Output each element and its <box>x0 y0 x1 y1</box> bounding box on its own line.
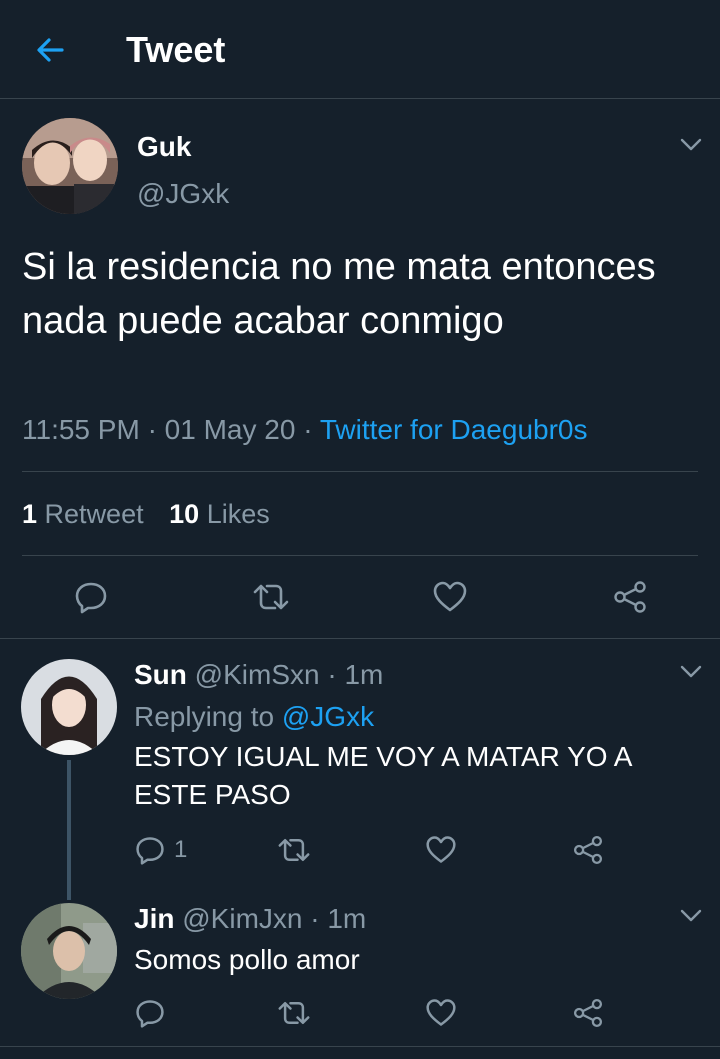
retweet-icon <box>253 584 289 610</box>
avatar-photo <box>22 118 118 214</box>
like-button[interactable] <box>425 993 457 1033</box>
tweet-stats: 1 Retweet 10 Likes <box>22 498 270 530</box>
reply-button[interactable] <box>69 575 113 619</box>
reply-menu-button[interactable] <box>676 901 706 931</box>
author-name[interactable]: Guk <box>137 131 191 163</box>
replying-to: Replying to @JGxk <box>134 701 374 733</box>
likes-stat[interactable]: 10 Likes <box>169 499 270 529</box>
likes-label: Likes <box>206 499 270 529</box>
tweet-menu-button[interactable] <box>676 130 706 160</box>
divider <box>0 638 720 639</box>
author-handle[interactable]: @JGxk <box>137 178 229 210</box>
share-icon <box>614 581 646 613</box>
retweets-label: Retweet <box>44 499 144 529</box>
retweet-icon <box>278 838 310 862</box>
avatar-photo <box>21 659 117 755</box>
thread-connector <box>67 760 71 900</box>
like-icon <box>426 836 456 863</box>
share-button[interactable] <box>572 830 604 870</box>
reply-icon <box>136 1000 164 1028</box>
replying-prefix: Replying to <box>134 701 275 732</box>
page-title: Tweet <box>126 29 226 70</box>
share-button[interactable] <box>608 575 652 619</box>
chevron-down-icon <box>680 909 702 922</box>
meta-separator: · <box>303 414 313 445</box>
tweet-detail-screen: Tweet Guk @JGxk Si la residencia no me m… <box>0 0 720 1059</box>
retweets-count: 1 <box>22 499 38 529</box>
retweet-icon <box>278 1001 310 1025</box>
chevron-down-icon <box>680 138 702 151</box>
divider <box>22 471 698 472</box>
reply-header: Jin @KimJxn · 1m <box>134 903 366 935</box>
chevron-down-icon <box>680 665 702 678</box>
share-icon <box>573 835 603 865</box>
reply-author-handle[interactable]: @KimSxn <box>195 659 320 690</box>
reply-icon <box>75 582 107 614</box>
retweet-button[interactable] <box>276 830 312 870</box>
tweet-meta: 11:55 PM · 01 May 20 · Twitter for Daegu… <box>22 413 587 447</box>
likes-count: 10 <box>169 499 200 529</box>
like-button[interactable] <box>428 575 472 619</box>
meta-separator: · <box>147 414 157 445</box>
reply-button[interactable]: 1 <box>134 830 187 870</box>
retweets-stat[interactable]: 1 Retweet <box>22 499 144 529</box>
reply-author-name[interactable]: Sun <box>134 659 187 690</box>
reply-menu-button[interactable] <box>676 657 706 687</box>
share-button[interactable] <box>572 993 604 1033</box>
back-button[interactable] <box>28 28 72 72</box>
reply-icon <box>136 837 164 865</box>
retweet-button[interactable] <box>276 993 312 1033</box>
reply-time: · 1m <box>310 903 367 934</box>
divider <box>22 555 698 556</box>
tweet-time: 11:55 PM <box>22 414 140 445</box>
like-icon <box>426 999 456 1026</box>
reply-text: ESTOY IGUAL ME VOY A MATAR YO A ESTE PAS… <box>134 741 631 810</box>
reply-header: Sun @KimSxn · 1m <box>134 659 383 691</box>
share-icon <box>573 998 603 1028</box>
reply-author-handle[interactable]: @KimJxn <box>182 903 302 934</box>
retweet-button[interactable] <box>249 575 293 619</box>
avatar-photo <box>21 903 117 999</box>
replying-mention-link[interactable]: @JGxk <box>282 701 374 732</box>
like-icon <box>433 581 467 612</box>
tweet-date: 01 May 20 <box>164 414 296 445</box>
divider <box>0 1046 720 1047</box>
tweet-source-link[interactable]: Twitter for Daegubr0s <box>320 414 588 445</box>
back-arrow-icon <box>37 38 64 62</box>
avatar[interactable] <box>21 659 117 755</box>
reply-text: Somos pollo amor <box>134 944 360 975</box>
reply-count: 1 <box>174 836 188 863</box>
avatar[interactable] <box>22 118 118 214</box>
tweet-text: Si la residencia no me mata entonces nad… <box>22 246 656 342</box>
reply-time: · 1m <box>327 659 384 690</box>
like-button[interactable] <box>425 830 457 870</box>
reply-author-name[interactable]: Jin <box>134 903 174 934</box>
reply-button[interactable] <box>134 993 166 1033</box>
top-bar: Tweet <box>0 0 720 99</box>
avatar[interactable] <box>21 903 117 999</box>
